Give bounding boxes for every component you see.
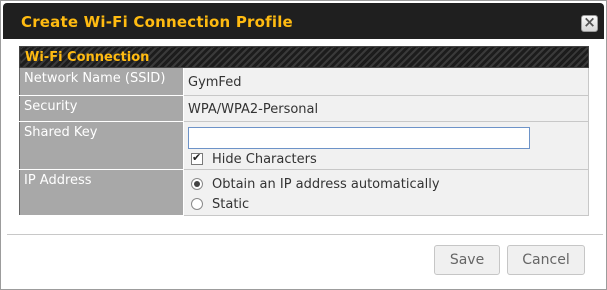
ip-static-label: Static: [212, 196, 250, 212]
shared-key-cell: ✔ Hide Characters: [183, 121, 589, 170]
cancel-button[interactable]: Cancel: [507, 245, 585, 275]
security-row: Security WPA/WPA2-Personal: [19, 95, 589, 122]
ip-automatic-label: Obtain an IP address automatically: [212, 176, 440, 192]
ssid-value-cell: GymFed: [183, 67, 589, 96]
checkmark-icon: ✔: [192, 151, 202, 164]
ip-automatic-radio[interactable]: [191, 178, 203, 190]
create-wifi-profile-dialog: Create Wi-Fi Connection Profile × Wi-Fi …: [0, 0, 607, 290]
security-label: Security: [19, 95, 184, 122]
dialog-title: Create Wi-Fi Connection Profile: [21, 13, 293, 31]
ip-address-radio-group: Obtain an IP address automatically Stati…: [188, 170, 588, 214]
section-header-row: Wi-Fi Connection: [19, 46, 589, 68]
hide-characters-option[interactable]: ✔ Hide Characters: [188, 149, 588, 169]
footer-divider: [7, 234, 603, 235]
ip-option-automatic[interactable]: Obtain an IP address automatically: [188, 174, 588, 194]
ip-address-row: IP Address Obtain an IP address automati…: [19, 169, 589, 216]
ssid-row: Network Name (SSID) GymFed: [19, 67, 589, 96]
security-value: WPA/WPA2-Personal: [188, 102, 319, 117]
wifi-connection-form: Wi-Fi Connection Network Name (SSID) Gym…: [19, 46, 589, 216]
ip-option-static[interactable]: Static: [188, 194, 588, 214]
ssid-label: Network Name (SSID): [19, 67, 184, 96]
hide-characters-label: Hide Characters: [212, 151, 317, 167]
security-value-cell: WPA/WPA2-Personal: [183, 95, 589, 122]
shared-key-row: Shared Key ✔ Hide Characters: [19, 121, 589, 170]
ip-static-radio[interactable]: [191, 198, 203, 210]
close-icon: ×: [583, 13, 596, 31]
shared-key-label: Shared Key: [19, 121, 184, 170]
ip-address-cell: Obtain an IP address automatically Stati…: [183, 169, 589, 216]
shared-key-input[interactable]: [188, 127, 530, 149]
save-button[interactable]: Save: [434, 245, 500, 275]
ssid-value: GymFed: [188, 75, 242, 90]
ip-address-label: IP Address: [19, 169, 184, 216]
section-title: Wi-Fi Connection: [19, 46, 589, 68]
hide-characters-checkbox[interactable]: ✔: [191, 151, 203, 165]
dialog-titlebar: Create Wi-Fi Connection Profile ×: [3, 3, 604, 39]
close-button[interactable]: ×: [581, 13, 598, 32]
